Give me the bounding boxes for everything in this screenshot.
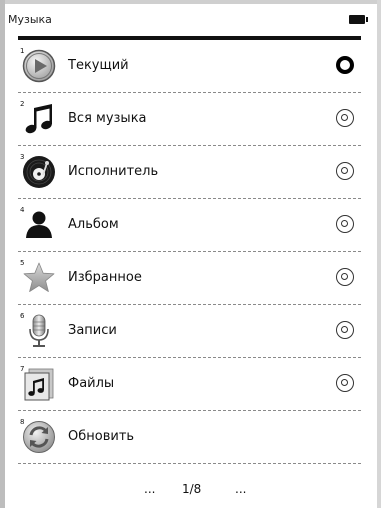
page-title: Музыка: [8, 13, 52, 26]
radio-unselected-icon[interactable]: [336, 321, 354, 339]
menu-item-label: Обновить: [68, 429, 135, 444]
screen-frame-right: [377, 0, 381, 508]
previous-page-button[interactable]: ...: [144, 482, 155, 496]
menu-item-label: Файлы: [68, 376, 115, 391]
radio-selected-icon[interactable]: [336, 56, 354, 74]
battery-icon: [349, 15, 368, 24]
radio-unselected-icon[interactable]: [336, 374, 354, 392]
menu-item-label: Избранное: [68, 270, 142, 285]
radio-unselected-icon[interactable]: [336, 109, 354, 127]
radio-unselected-icon[interactable]: [336, 162, 354, 180]
menu-item-artist[interactable]: 3 Исполнитель: [18, 146, 361, 199]
menu-item-label: Записи: [68, 323, 117, 338]
screen-frame-left: [0, 0, 5, 508]
menu-item-label: Исполнитель: [68, 164, 159, 179]
menu-item-all-music[interactable]: 2 Вся музыка: [18, 93, 361, 146]
music-file-icon: [24, 368, 54, 401]
star-icon: [23, 262, 55, 292]
vinyl-record-icon: [23, 156, 55, 188]
menu-item-files[interactable]: 7 Файлы: [18, 358, 361, 411]
music-note-icon: [25, 104, 52, 134]
radio-unselected-icon[interactable]: [336, 268, 354, 286]
menu-item-refresh[interactable]: 8 Обновить: [18, 411, 361, 464]
person-icon: [26, 211, 52, 238]
play-icon: [22, 49, 56, 83]
pagination: ... 1/8 ...: [18, 482, 361, 502]
page-indicator: 1/8: [182, 482, 202, 496]
microphone-icon: [29, 314, 49, 347]
refresh-icon: [23, 421, 55, 453]
status-bar: Музыка: [8, 4, 371, 38]
menu-item-label: Текущий: [68, 58, 129, 73]
music-menu-list: 1 Текущий 2 Вся музыка 3 Исполнитель 4 А…: [18, 40, 361, 464]
menu-item-current[interactable]: 1 Текущий: [18, 40, 361, 93]
menu-item-label: Вся музыка: [68, 111, 147, 126]
menu-item-favorites[interactable]: 5 Избранное: [18, 252, 361, 305]
menu-item-album[interactable]: 4 Альбом: [18, 199, 361, 252]
menu-item-label: Альбом: [68, 217, 119, 232]
next-page-button[interactable]: ...: [235, 482, 246, 496]
menu-item-recordings[interactable]: 6 Записи: [18, 305, 361, 358]
radio-unselected-icon[interactable]: [336, 215, 354, 233]
